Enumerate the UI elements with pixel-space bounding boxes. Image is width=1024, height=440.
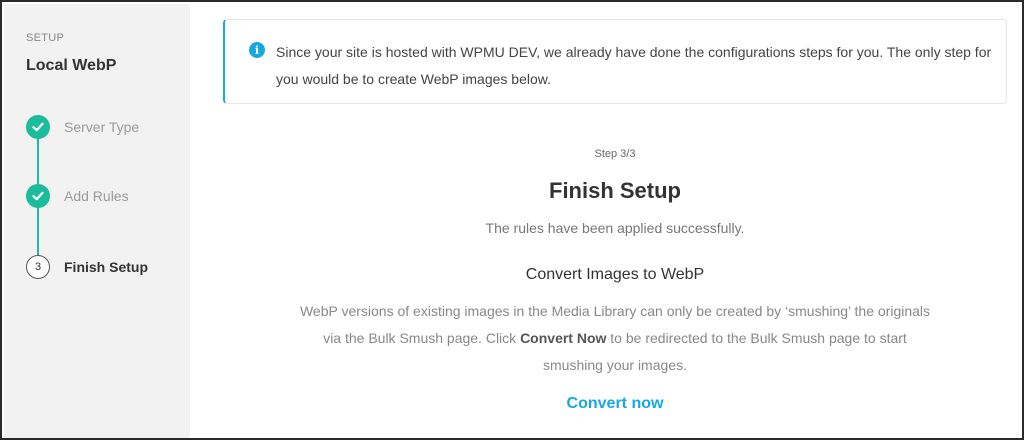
checkmark-icon	[26, 184, 50, 208]
section-title: Convert Images to WebP	[525, 266, 705, 283]
step-number: 3	[26, 255, 50, 279]
step-connector	[37, 207, 39, 255]
step-label: Finish Setup	[64, 259, 148, 275]
step-add-rules[interactable]: Add Rules	[26, 184, 129, 208]
page-title: Finish Setup	[549, 178, 681, 203]
setup-wizard: SETUP Local WebP Server Type Add Rules 3…	[0, 0, 1024, 440]
success-message: The rules have been applied successfully…	[485, 220, 745, 236]
step-counter: Step 3/3	[594, 148, 636, 160]
convert-now-link[interactable]: Convert now	[223, 395, 1007, 413]
section-description: WebP versions of existing images in the …	[293, 298, 937, 379]
step-label: Server Type	[64, 119, 140, 135]
setup-title: Local WebP	[26, 57, 117, 74]
step-label: Add Rules	[64, 188, 129, 204]
checkmark-icon	[26, 115, 50, 139]
notice-text: Since your site is hosted with WPMU DEV,…	[276, 44, 992, 87]
info-notice: i Since your site is hosted with WPMU DE…	[223, 19, 1007, 104]
step-finish-setup[interactable]: 3 Finish Setup	[26, 255, 148, 279]
description-emphasis: Convert Now	[520, 330, 607, 346]
setup-label: SETUP	[26, 32, 65, 44]
setup-sidebar: SETUP Local WebP Server Type Add Rules 3…	[4, 4, 190, 438]
step-server-type[interactable]: Server Type	[26, 115, 139, 139]
info-icon: i	[249, 42, 265, 58]
step-connector	[37, 138, 39, 187]
